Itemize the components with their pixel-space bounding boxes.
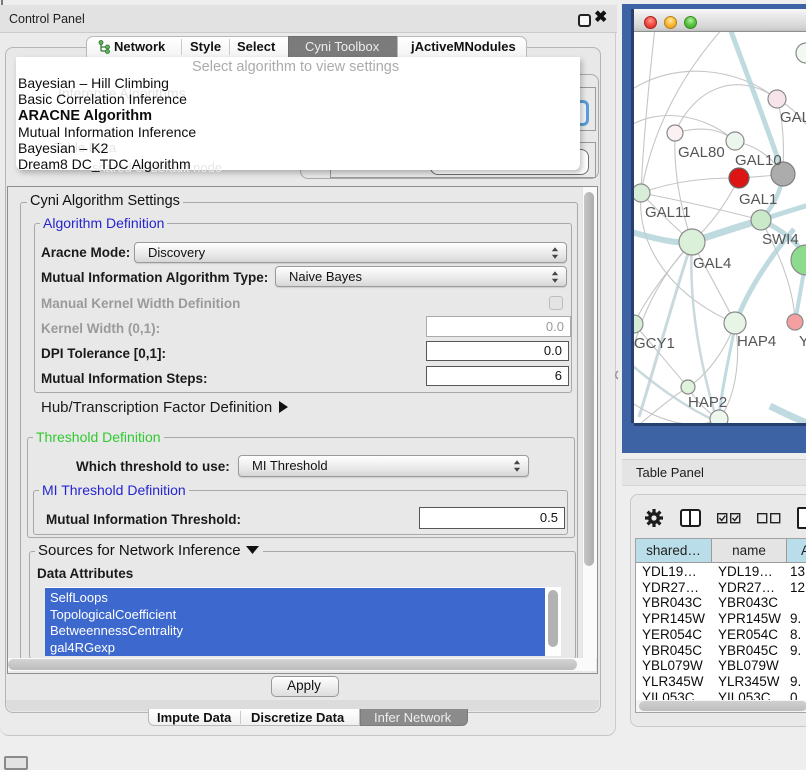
svg-text:GAL1: GAL1 [739, 191, 777, 208]
svg-text:GAL: GAL [780, 109, 806, 126]
svg-text:GAL4: GAL4 [693, 255, 731, 272]
svg-text:GCY1: GCY1 [634, 335, 675, 352]
svg-text:HAP4: HAP4 [737, 333, 776, 350]
svg-text:GAL10: GAL10 [735, 152, 782, 169]
svg-text:Y: Y [799, 333, 806, 350]
svg-text:HAP2: HAP2 [688, 394, 727, 411]
svg-text:GAL80: GAL80 [678, 144, 725, 161]
svg-text:GAL11: GAL11 [645, 204, 691, 221]
svg-text:SWI4: SWI4 [762, 231, 799, 248]
